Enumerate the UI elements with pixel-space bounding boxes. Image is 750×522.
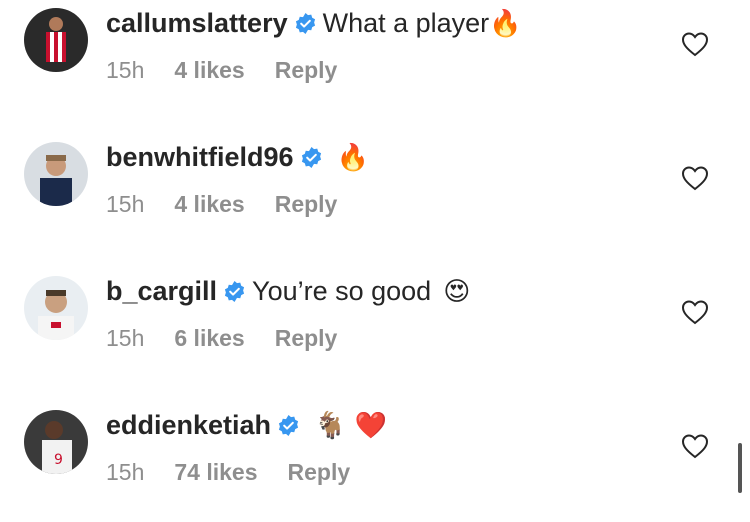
comment-line: benwhitfield96 🔥 xyxy=(106,140,369,175)
comment-time: 15h xyxy=(106,57,145,83)
likes-count[interactable]: 74 likes xyxy=(174,459,257,485)
likes-count[interactable]: 6 likes xyxy=(174,325,244,351)
comment-meta: 15h 4 likes Reply xyxy=(106,55,367,85)
comment-emoji: 🔥 xyxy=(489,9,522,39)
verified-icon xyxy=(301,146,321,169)
reply-button[interactable]: Reply xyxy=(275,57,338,83)
username[interactable]: callumslattery xyxy=(106,8,288,38)
verified-icon xyxy=(224,280,245,303)
comment-emoji: 🔥 xyxy=(336,143,369,173)
comment-time: 15h xyxy=(106,325,145,351)
comment-meta: 15h 6 likes Reply xyxy=(106,323,367,353)
username[interactable]: b_cargill xyxy=(106,276,217,306)
comment-meta: 15h 4 likes Reply xyxy=(106,189,367,219)
avatar[interactable]: 9 xyxy=(24,410,88,474)
username[interactable]: eddienketiah xyxy=(106,410,271,440)
comment-time: 15h xyxy=(106,459,145,485)
comment-line: b_cargill You’re so good 😍 xyxy=(106,274,470,309)
username[interactable]: benwhitfield96 xyxy=(106,142,294,172)
avatar[interactable] xyxy=(24,8,88,72)
comment-item: callumslattery What a player🔥 15h 4 likes R… xyxy=(0,0,750,120)
comment-meta: 15h 74 likes Reply xyxy=(106,457,380,487)
svg-text:9: 9 xyxy=(54,452,63,468)
comment-line: eddienketiah 🐐 ❤️ xyxy=(106,408,387,443)
comment-text: What a player xyxy=(322,8,490,38)
heart-icon[interactable] xyxy=(681,165,709,191)
comment-line: callumslattery What a player🔥 xyxy=(106,6,522,41)
heart-icon[interactable] xyxy=(681,31,709,57)
verified-icon xyxy=(278,414,299,437)
reply-button[interactable]: Reply xyxy=(275,325,338,351)
verified-icon xyxy=(295,12,315,35)
comment-emoji: 😍 xyxy=(443,277,471,307)
comment-item: 9 eddienketiah 🐐 ❤️ 15h 74 likes Reply xyxy=(0,402,750,522)
scrollbar[interactable] xyxy=(738,443,742,493)
comment-emoji: 🐐 ❤️ xyxy=(314,411,388,441)
reply-button[interactable]: Reply xyxy=(275,191,338,217)
comment-time: 15h xyxy=(106,191,145,217)
comment-text: You’re so good xyxy=(252,276,432,306)
likes-count[interactable]: 4 likes xyxy=(174,57,244,83)
likes-count[interactable]: 4 likes xyxy=(174,191,244,217)
heart-icon[interactable] xyxy=(681,433,709,459)
reply-button[interactable]: Reply xyxy=(288,459,351,485)
avatar[interactable] xyxy=(24,276,88,340)
comment-item: b_cargill You’re so good 😍 15h 6 likes Reply xyxy=(0,268,750,388)
avatar[interactable] xyxy=(24,142,88,206)
comment-item: benwhitfield96 🔥 15h 4 likes Reply xyxy=(0,134,750,254)
heart-icon[interactable] xyxy=(681,299,709,325)
